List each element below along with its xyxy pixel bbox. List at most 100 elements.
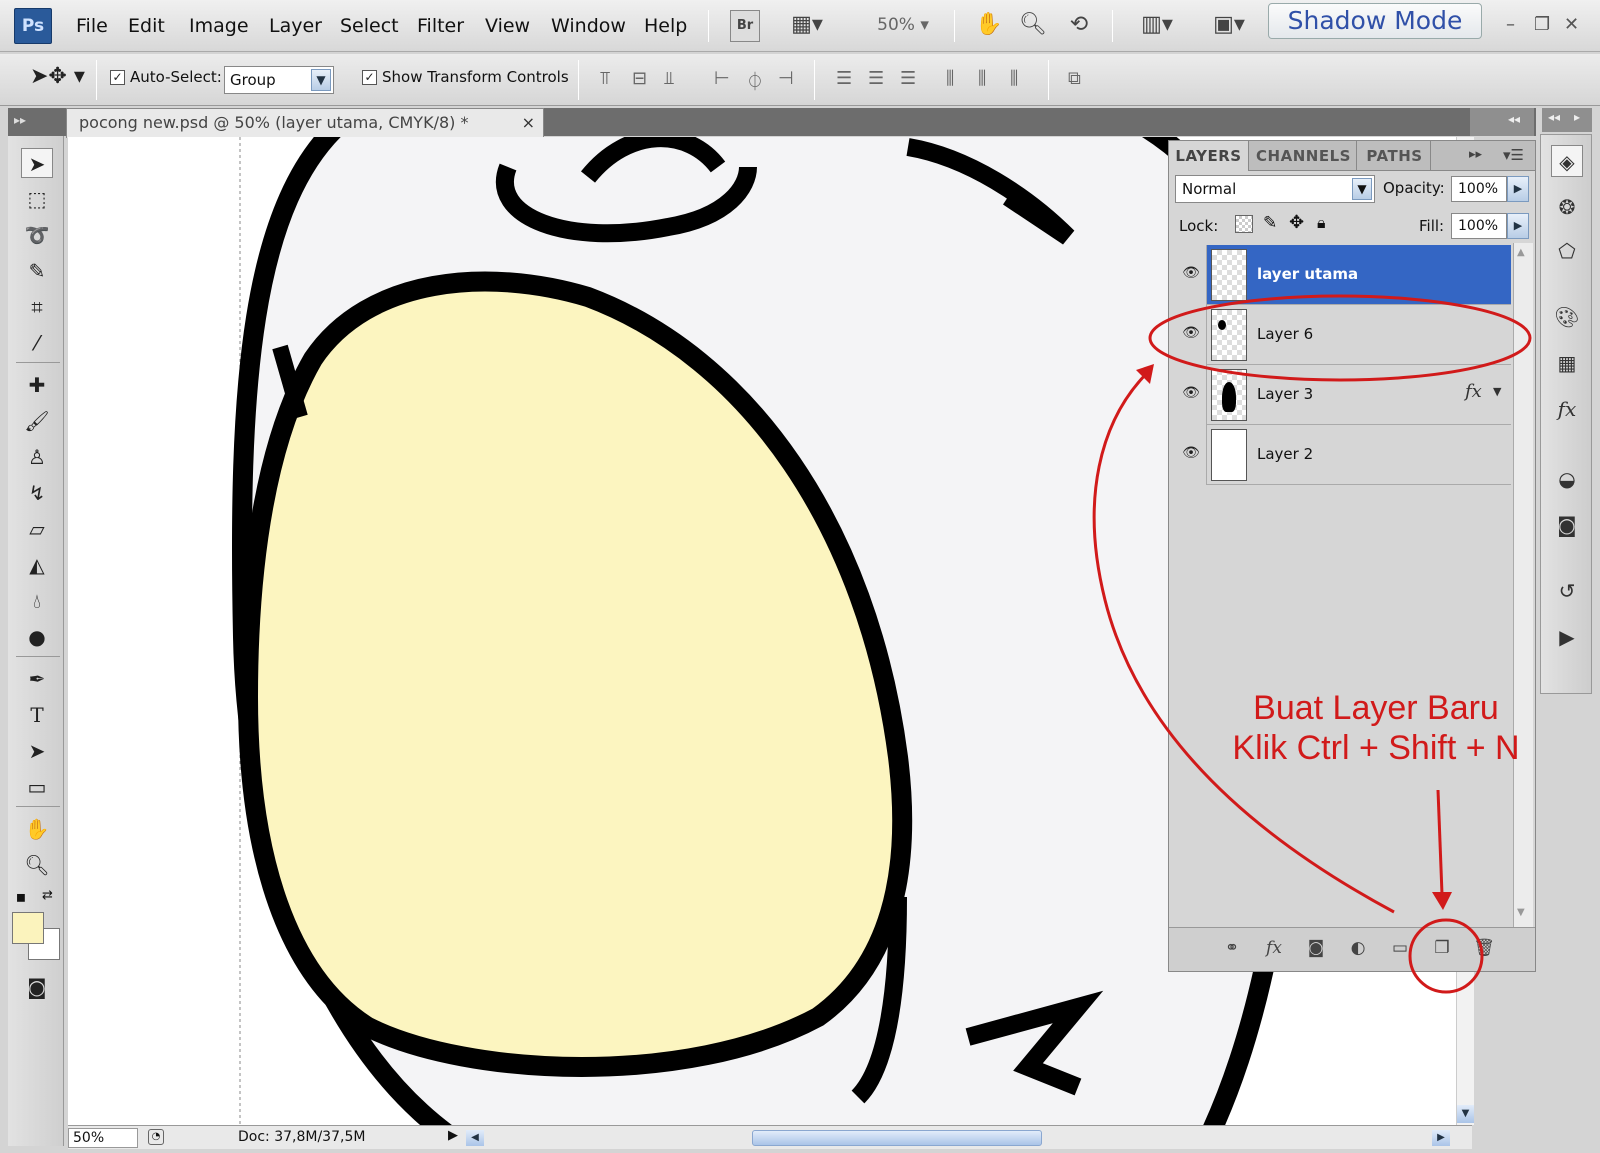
eye-icon[interactable]: 👁︎ (1181, 265, 1201, 281)
menu-window[interactable]: Window (551, 15, 626, 37)
swap-colors-icon[interactable]: ⇄ (42, 888, 53, 903)
actions-panel-icon[interactable]: ▶ (1551, 621, 1583, 653)
new-group-icon[interactable]: ▭ (1385, 938, 1415, 958)
minimize-icon[interactable]: – (1506, 14, 1515, 35)
scroll-left-icon[interactable]: ◀ (466, 1130, 484, 1146)
restore-icon[interactable]: ❐ (1534, 14, 1550, 35)
type-tool-icon[interactable]: T (21, 700, 53, 730)
layers-scrollbar[interactable]: ▲ ▼ (1513, 243, 1533, 927)
menu-layer[interactable]: Layer (269, 15, 322, 37)
fill-slider-arrow-icon[interactable]: ▶ (1507, 213, 1529, 239)
distribute-bottom-edges-icon[interactable]: ☰ (900, 68, 917, 89)
layer-row[interactable]: 👁︎ layer utama (1171, 245, 1511, 305)
move-tool-preset-icon[interactable]: ➤✥ ▾ (30, 64, 85, 89)
clone-stamp-tool-icon[interactable]: ♙ (21, 442, 53, 472)
tab-layers[interactable]: LAYERS (1169, 141, 1249, 171)
distribute-left-edges-icon[interactable]: ⫼ (946, 68, 955, 89)
status-menu-arrow-icon[interactable]: ▶ (448, 1128, 458, 1143)
workspace-shadow-mode-button[interactable]: Shadow Mode (1268, 3, 1482, 39)
distribute-vertical-centers-icon[interactable]: ☰ (868, 68, 885, 89)
visibility-cell[interactable]: 👁︎ (1171, 425, 1207, 485)
auto-select-mode-select[interactable]: Group ▼ (224, 66, 334, 94)
align-bottom-edges-icon[interactable]: ⫫ (664, 68, 675, 89)
auto-align-layers-icon[interactable]: ⧉ (1068, 68, 1082, 89)
lock-transparent-icon[interactable] (1235, 215, 1253, 233)
paths-panel-icon[interactable]: ⬠ (1551, 235, 1583, 267)
lock-all-icon[interactable]: 🔒︎ (1317, 213, 1326, 233)
link-layers-icon[interactable]: ⚭ (1217, 938, 1247, 958)
layers-panel-icon[interactable]: ◈ (1551, 145, 1583, 177)
document-tab[interactable]: pocong new.psd @ 50% (layer utama, CMYK/… (66, 108, 544, 138)
blur-tool-icon[interactable]: 💧︎ (21, 586, 53, 616)
distribute-right-edges-icon[interactable]: ⫼ (1010, 68, 1019, 89)
move-tool-icon[interactable]: ➤ (21, 148, 53, 178)
healing-brush-tool-icon[interactable]: ✚ (21, 370, 53, 400)
distribute-horizontal-centers-icon[interactable]: ⫼ (978, 68, 987, 89)
close-icon[interactable]: ✕ (1564, 14, 1579, 35)
scroll-down-icon[interactable]: ▼ (1517, 907, 1525, 918)
adjustments-panel-icon[interactable]: ◒ (1551, 463, 1583, 495)
collapse-toolbox-icon[interactable]: ▸▸ (8, 108, 66, 136)
horizontal-scroll-thumb[interactable] (752, 1130, 1042, 1146)
collapse-panel-icon[interactable]: ▸▸ (1469, 147, 1482, 162)
layer-row[interactable]: 👁︎ Layer 2 (1171, 425, 1511, 485)
bridge-button[interactable]: Br (730, 10, 760, 42)
path-selection-tool-icon[interactable]: ➤ (21, 736, 53, 766)
paint-bucket-tool-icon[interactable]: ◭ (21, 550, 53, 580)
default-colors-icon[interactable]: ◼ (16, 890, 26, 904)
close-document-icon[interactable]: × (522, 109, 535, 137)
quick-mask-icon[interactable]: ◙ (21, 972, 53, 1002)
fill-field[interactable]: 100% (1451, 213, 1507, 239)
menu-file[interactable]: File (76, 15, 108, 37)
scroll-right-icon[interactable]: ▶ (1432, 1130, 1450, 1146)
tab-channels[interactable]: CHANNELS (1251, 141, 1357, 171)
new-adjustment-layer-icon[interactable]: ◐ (1343, 938, 1373, 958)
quick-selection-tool-icon[interactable]: ✎ (21, 256, 53, 286)
align-left-edges-icon[interactable]: ⊢ (714, 68, 731, 89)
rectangle-tool-icon[interactable]: ▭ (21, 772, 53, 802)
eye-icon[interactable]: 👁︎ (1181, 445, 1201, 461)
new-layer-icon[interactable]: ❐ (1427, 938, 1457, 958)
zoom-tool-icon[interactable]: 🔍︎ (21, 850, 53, 880)
layer-effects-badge[interactable]: fx (1465, 381, 1482, 402)
expand-dock-icon[interactable]: ◂◂ (1548, 110, 1560, 124)
eye-icon[interactable]: 👁︎ (1181, 325, 1201, 341)
tab-paths[interactable]: PATHS (1359, 141, 1431, 171)
dock-collapse-icon[interactable]: ▸ (1574, 110, 1580, 124)
delete-layer-icon[interactable]: 🗑︎ (1469, 938, 1499, 958)
foreground-color-swatch[interactable] (12, 912, 44, 944)
history-panel-icon[interactable]: ↺ (1551, 575, 1583, 607)
status-options-icon[interactable]: ◔ (148, 1129, 164, 1145)
masks-panel-icon[interactable]: ◙ (1551, 509, 1583, 541)
hand-tool-icon[interactable]: ✋ (974, 10, 1004, 42)
screen-mode-icon[interactable]: ▣▾ (1206, 10, 1252, 42)
blend-mode-select[interactable]: Normal ▼ (1175, 175, 1375, 203)
menu-help[interactable]: Help (644, 15, 687, 37)
pen-tool-icon[interactable]: ✒ (21, 664, 53, 694)
opacity-field[interactable]: 100% (1451, 176, 1507, 202)
align-top-edges-icon[interactable]: ⫪ (600, 68, 611, 89)
lock-image-icon[interactable]: ✎ (1263, 213, 1277, 233)
eye-icon[interactable]: 👁︎ (1181, 385, 1201, 401)
lock-position-icon[interactable]: ✥ (1289, 212, 1304, 233)
eraser-tool-icon[interactable]: ▱ (21, 514, 53, 544)
visibility-cell[interactable]: 👁︎ (1171, 305, 1207, 365)
arrange-documents-icon[interactable]: ▥▾ (1134, 10, 1180, 42)
view-extras-icon[interactable]: ▦▾ (784, 10, 830, 42)
menu-select[interactable]: Select (340, 15, 399, 37)
eyedropper-tool-icon[interactable]: ⁄ (21, 328, 53, 358)
dodge-tool-icon[interactable]: ● (21, 622, 53, 652)
visibility-cell[interactable]: 👁︎ (1171, 365, 1207, 425)
add-layer-mask-icon[interactable]: ◙ (1301, 938, 1331, 958)
brush-tool-icon[interactable]: 🖌︎ (21, 406, 53, 436)
styles-panel-icon[interactable]: fx (1551, 393, 1583, 425)
hand-tool-icon[interactable]: ✋ (21, 814, 53, 844)
scroll-up-icon[interactable]: ▲ (1517, 247, 1525, 258)
menu-filter[interactable]: Filter (417, 15, 464, 37)
expand-effects-icon[interactable]: ▼ (1493, 385, 1501, 398)
color-panel-icon[interactable]: 🎨︎ (1551, 301, 1583, 333)
panel-menu-icon[interactable]: ▾☰ (1503, 146, 1524, 164)
align-horizontal-centers-icon[interactable]: ⏀ (746, 68, 765, 94)
visibility-cell[interactable]: 👁︎ (1171, 245, 1207, 305)
swatches-panel-icon[interactable]: ▦ (1551, 347, 1583, 379)
